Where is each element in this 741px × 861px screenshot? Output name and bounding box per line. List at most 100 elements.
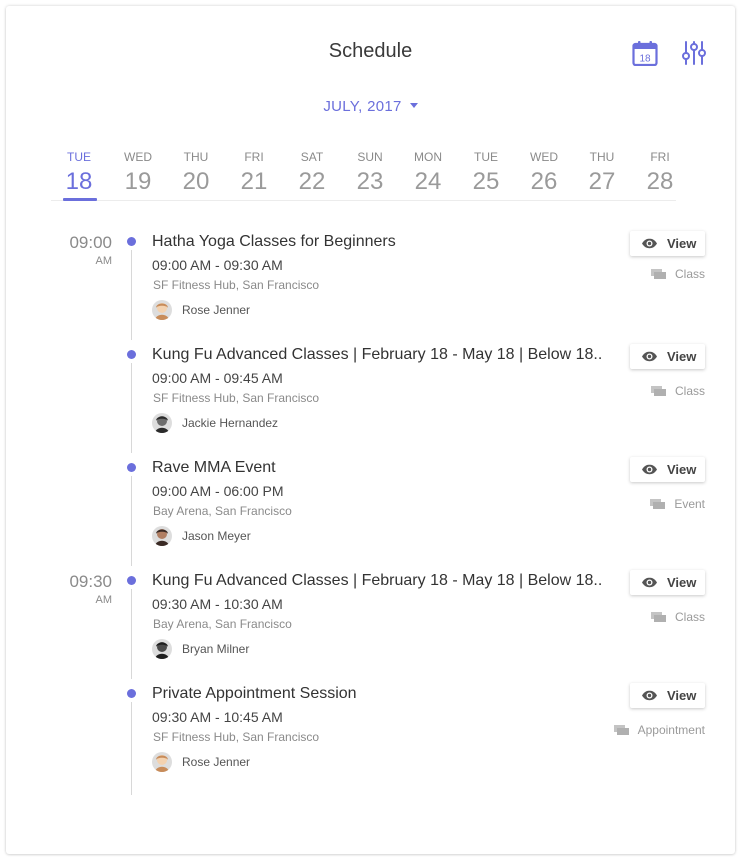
view-button[interactable]: View — [630, 344, 705, 369]
timeline-dot — [127, 689, 136, 698]
event-type: Class — [650, 267, 705, 281]
day-number: 24 — [414, 168, 442, 195]
day-number: 28 — [646, 168, 674, 195]
category-icon — [650, 611, 666, 622]
day-strip: TUE 18 WED 19 THU 20 FRI 21 SAT 22 SUN 23 MON 24 TUE 25… — [51, 150, 676, 201]
event-type-label: Class — [674, 267, 705, 281]
timeline-dot — [127, 576, 136, 585]
day-name: WED — [530, 150, 558, 164]
day-name: FRI — [244, 150, 264, 164]
month-label: JULY, 2017 — [323, 98, 402, 115]
eye-icon — [642, 464, 657, 475]
time-group-label: 09:00 AM — [46, 233, 112, 267]
timeline-dot — [127, 463, 136, 472]
day-tue-18[interactable]: TUE 18 — [50, 150, 108, 201]
day-number: 25 — [472, 168, 500, 195]
day-name: WED — [124, 150, 152, 164]
event-title[interactable]: Kung Fu Advanced Classes | February 18 -… — [152, 346, 602, 364]
day-name: FRI — [650, 150, 670, 164]
event-location: SF Fitness Hub, San Francisco — [153, 391, 320, 405]
calendar-icon[interactable]: 18 — [632, 40, 658, 66]
event-type-label: Class — [674, 610, 705, 624]
day-sun-23[interactable]: SUN 23 — [341, 150, 399, 195]
event-type-label: Event — [674, 497, 705, 511]
time-group-ampm: AM — [95, 255, 113, 267]
timeline-connector — [131, 250, 132, 340]
category-icon — [613, 724, 629, 735]
day-number: 19 — [124, 168, 152, 195]
event-time: 09:30 AM - 10:45 AM — [152, 709, 283, 725]
eye-icon — [642, 351, 657, 362]
event-type: Class — [650, 610, 705, 624]
view-button-label: View — [667, 236, 697, 251]
event-type-label: Appointment — [637, 723, 705, 737]
day-tue-25[interactable]: TUE 25 — [457, 150, 515, 195]
event-type: Class — [650, 384, 705, 398]
instructor-name[interactable]: Jason Meyer — [182, 529, 251, 543]
day-name: SAT — [300, 150, 324, 164]
avatar — [152, 413, 172, 433]
event-location: Bay Arena, San Francisco — [153, 504, 292, 518]
event-title[interactable]: Kung Fu Advanced Classes | February 18 -… — [152, 572, 602, 590]
event-location: SF Fitness Hub, San Francisco — [153, 278, 320, 292]
day-name: SUN — [357, 150, 383, 164]
event-location: SF Fitness Hub, San Francisco — [153, 730, 320, 744]
event-title[interactable]: Hatha Yoga Classes for Beginners — [152, 233, 396, 251]
day-thu-20[interactable]: THU 20 — [167, 150, 225, 195]
day-wed-26[interactable]: WED 26 — [515, 150, 573, 195]
caret-down-icon — [409, 102, 418, 108]
instructor-name[interactable]: Rose Jenner — [182, 303, 250, 317]
instructor-name[interactable]: Bryan Milner — [182, 642, 249, 656]
day-number: 27 — [588, 168, 616, 195]
view-button[interactable]: View — [630, 457, 705, 482]
filter-sliders-icon[interactable] — [681, 40, 707, 66]
timeline-connector — [131, 476, 132, 566]
view-button-label: View — [667, 575, 697, 590]
view-button[interactable]: View — [630, 231, 705, 256]
day-thu-27[interactable]: THU 27 — [573, 150, 631, 195]
day-wed-19[interactable]: WED 19 — [109, 150, 167, 195]
day-name: TUE — [474, 150, 498, 164]
event-time: 09:00 AM - 09:30 AM — [152, 257, 283, 273]
view-button[interactable]: View — [630, 683, 705, 708]
day-fri-28[interactable]: FRI 28 — [631, 150, 689, 195]
day-number: 18 — [65, 168, 93, 195]
day-name: THU — [183, 150, 209, 164]
event-type: Event — [650, 497, 705, 511]
day-fri-21[interactable]: FRI 21 — [225, 150, 283, 195]
event-title[interactable]: Private Appointment Session — [152, 685, 357, 703]
timeline-connector — [131, 702, 132, 795]
avatar — [152, 300, 172, 320]
view-button-label: View — [667, 349, 697, 364]
avatar — [152, 752, 172, 772]
timeline-connector — [131, 363, 132, 453]
category-icon — [650, 268, 666, 279]
time-group-time: 09:30 — [69, 572, 112, 591]
page-title: Schedule — [328, 40, 413, 62]
active-day-indicator — [63, 198, 97, 201]
avatar — [152, 639, 172, 659]
event-title[interactable]: Rave MMA Event — [152, 459, 276, 477]
timeline-dot — [127, 350, 136, 359]
time-group-time: 09:00 — [69, 233, 112, 252]
time-group-label: 09:30 AM — [46, 572, 112, 606]
view-button-label: View — [667, 688, 697, 703]
day-number: 23 — [356, 168, 384, 195]
instructor-name[interactable]: Jackie Hernandez — [182, 416, 278, 430]
view-button-label: View — [667, 462, 697, 477]
category-icon — [650, 498, 666, 509]
eye-icon — [642, 690, 657, 701]
day-mon-24[interactable]: MON 24 — [399, 150, 457, 195]
day-sat-22[interactable]: SAT 22 — [283, 150, 341, 195]
day-number: 26 — [530, 168, 558, 195]
day-name: THU — [589, 150, 615, 164]
month-selector[interactable]: JULY, 2017 — [0, 98, 741, 115]
view-button[interactable]: View — [630, 570, 705, 595]
day-name: TUE — [67, 150, 91, 164]
calendar-icon-day: 18 — [639, 54, 651, 65]
event-type: Appointment — [613, 723, 705, 737]
day-number: 21 — [240, 168, 268, 195]
avatar — [152, 526, 172, 546]
instructor-name[interactable]: Rose Jenner — [182, 755, 250, 769]
time-group-ampm: AM — [95, 594, 113, 606]
